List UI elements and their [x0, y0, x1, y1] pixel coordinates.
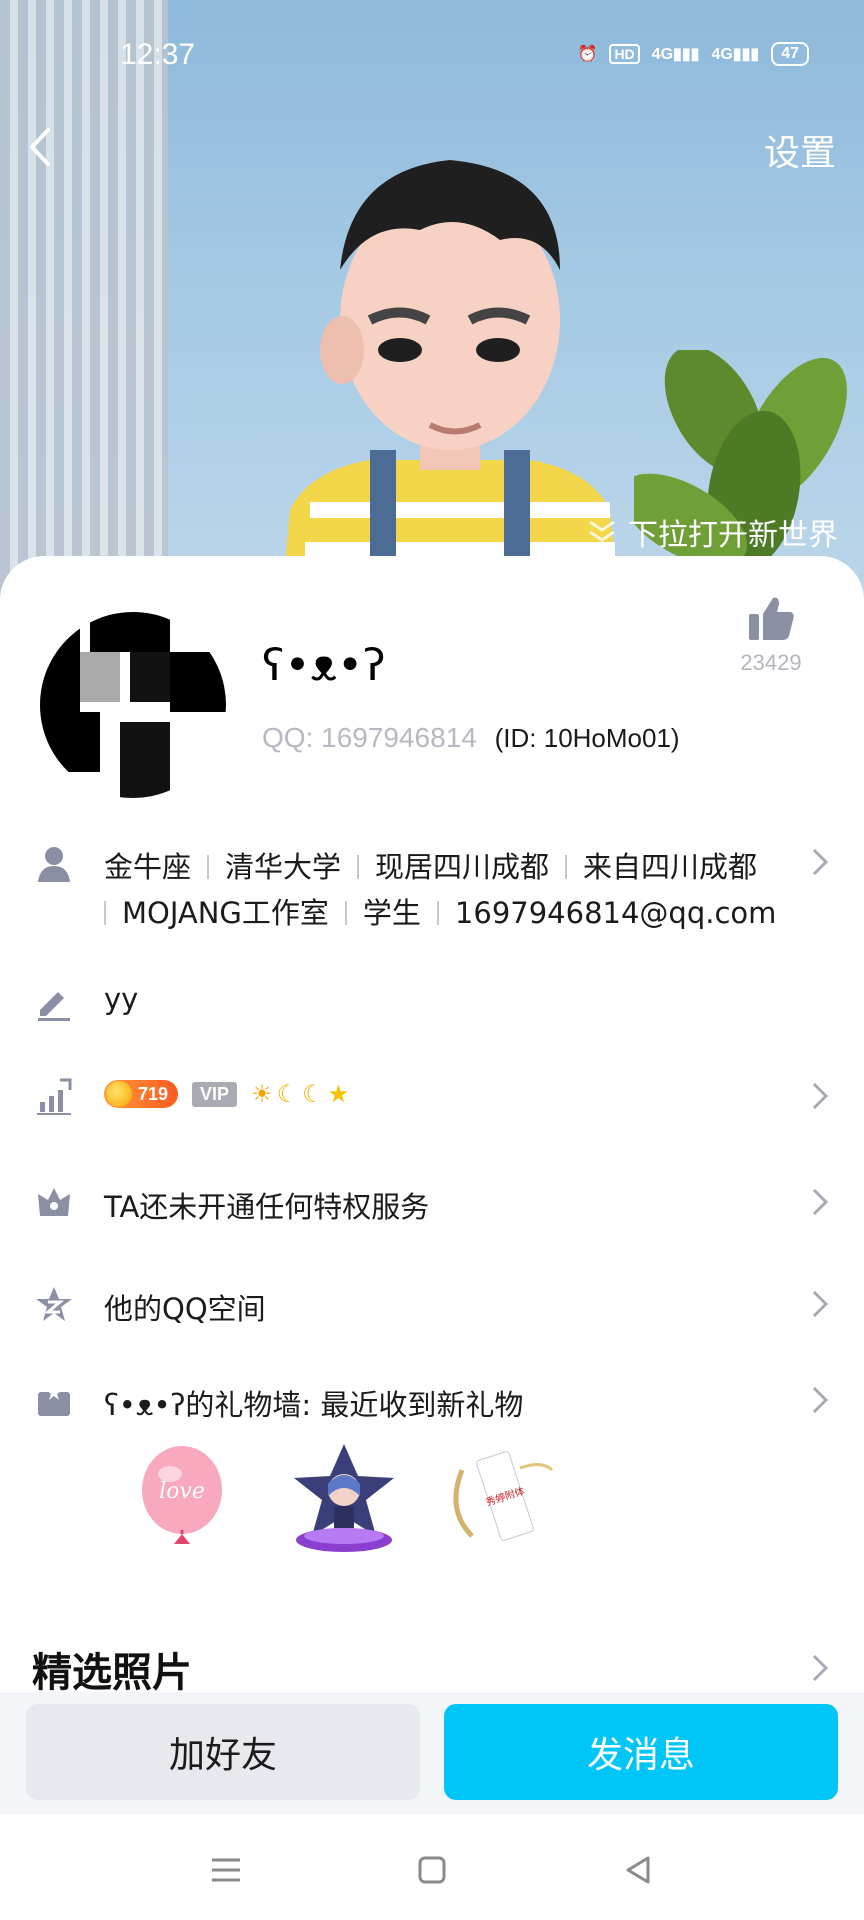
svg-text:love: love — [159, 1479, 205, 1504]
signature-text: yy — [104, 982, 139, 1016]
chevron-right-icon — [812, 1386, 829, 1414]
moon-icon: ☾ — [276, 1080, 299, 1108]
hd-icon: HD — [609, 44, 640, 64]
pencil-icon — [38, 992, 70, 1021]
pull-hint-label: 下拉打开新世界 — [628, 518, 838, 553]
plant-illustration — [634, 350, 847, 570]
photos-section-title: 精选照片 — [32, 1650, 192, 1696]
like-count: 23429 — [740, 650, 802, 675]
signal-icon: 4G▮▮▮ — [651, 46, 700, 63]
like-button[interactable]: 23429 — [716, 594, 826, 676]
alarm-icon: ⏰ — [577, 46, 598, 63]
coin-icon — [106, 1081, 132, 1107]
qq-number-line: QQ: 1697946814 (ID: 10HoMo01) — [262, 722, 680, 754]
gift-figure[interactable] — [286, 1440, 402, 1560]
profile-info-row[interactable]: 金牛座 清华大学 现居四川成都 来自四川成都 MOJANG工作室 学生 169794681… — [0, 838, 864, 948]
pull-hint[interactable]: 下拉打开新世界 — [586, 510, 838, 554]
system-nav-bar — [0, 1814, 864, 1920]
gift-charm[interactable]: 秀婷附体 — [442, 1440, 558, 1560]
status-time: 12:37 — [120, 38, 196, 71]
avatar[interactable] — [40, 612, 226, 798]
gift-wall-row[interactable]: ʕ•ᴥ•ʔ的礼物墙: 最近收到新礼物 — [0, 1374, 864, 1426]
level-icons: ☀ ☾ ☾ ★ — [251, 1080, 349, 1108]
add-friend-button[interactable]: 加好友 — [26, 1704, 420, 1800]
gift-icon — [38, 1384, 70, 1416]
level-badge: 719 — [104, 1080, 179, 1108]
sun-icon: ☀ — [251, 1080, 273, 1108]
info-line-1: 金牛座 清华大学 现居四川成都 来自四川成都 — [104, 850, 758, 884]
qzone-star-icon — [36, 1287, 72, 1321]
moon-icon: ☾ — [302, 1080, 324, 1108]
crown-icon — [38, 1188, 70, 1216]
gift-wall-text: ʕ•ᴥ•ʔ的礼物墙: 最近收到新礼物 — [104, 1388, 524, 1422]
signature-row[interactable]: yy — [0, 978, 864, 1028]
cover-wall — [0, 0, 168, 600]
back-icon[interactable] — [618, 1850, 658, 1890]
qq-number: QQ: 1697946814 — [262, 722, 477, 753]
qzone-text: 他的QQ空间 — [104, 1292, 266, 1326]
chevron-right-icon — [812, 1188, 829, 1216]
vip-badge: VIP — [192, 1081, 238, 1107]
chevron-right-icon[interactable] — [808, 1652, 832, 1684]
chevron-right-icon — [812, 1290, 829, 1318]
level-chart-icon — [37, 1078, 72, 1115]
signal-icon-2: 4G▮▮▮ — [711, 46, 760, 63]
send-message-button[interactable]: 发消息 — [444, 1704, 838, 1800]
person-icon — [38, 847, 70, 882]
profile-cover[interactable]: 12:37 ⏰ HD 4G▮▮▮ 4G▮▮▮ 47 设置 下拉打开新世界 — [0, 0, 864, 600]
info-line-2: MOJANG工作室 学生 1697946814@qq.com — [104, 890, 776, 932]
star-icon: ★ — [327, 1080, 350, 1108]
gift-love-balloon[interactable]: love — [130, 1440, 246, 1560]
battery-icon: 47 — [771, 42, 809, 66]
thumbs-up-icon — [749, 597, 794, 640]
level-badges: 719 VIP ☀ ☾ ☾ ★ — [104, 1080, 349, 1108]
settings-link[interactable]: 设置 — [764, 124, 836, 176]
level-row[interactable]: 719 VIP ☀ ☾ ☾ ★ — [0, 1070, 864, 1122]
nickname: ʕ•ᴥ•ʔ — [262, 640, 386, 691]
privilege-text: TA还未开通任何特权服务 — [104, 1190, 430, 1224]
menu-icon[interactable] — [206, 1850, 246, 1890]
gift-list: love 秀婷附体 — [130, 1440, 558, 1560]
home-icon[interactable] — [412, 1850, 452, 1890]
qq-id: (ID: 10HoMo01) — [494, 723, 680, 753]
chevron-right-icon — [812, 848, 829, 876]
privilege-row[interactable]: TA还未开通任何特权服务 — [0, 1176, 864, 1228]
double-chevron-down-icon — [589, 520, 615, 542]
avatar-image — [40, 612, 226, 798]
status-bar: 12:37 ⏰ HD 4G▮▮▮ 4G▮▮▮ 47 — [0, 36, 864, 76]
qzone-row[interactable]: 他的QQ空间 — [0, 1278, 864, 1330]
chevron-right-icon — [812, 1082, 829, 1110]
back-arrow-icon[interactable] — [20, 122, 60, 172]
